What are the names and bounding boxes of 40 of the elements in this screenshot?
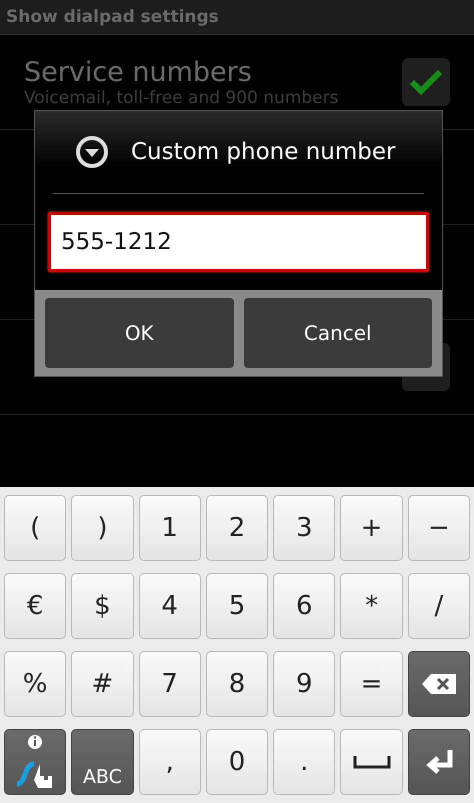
key[interactable]: 4 [138, 573, 201, 639]
header-title: Show dialpad settings [6, 7, 219, 27]
key[interactable]: 7 [138, 651, 201, 717]
key[interactable]: . [273, 729, 336, 795]
key[interactable]: $ [71, 573, 134, 639]
key[interactable]: + [340, 495, 403, 561]
key[interactable]: € [4, 573, 66, 639]
key[interactable]: , [138, 729, 201, 795]
dialog-button[interactable]: OK [45, 298, 234, 368]
key[interactable]: = [340, 651, 403, 717]
key[interactable]: 1 [138, 495, 201, 561]
swype-key[interactable] [4, 729, 66, 795]
key[interactable]: ) [71, 495, 134, 561]
space-icon [352, 755, 391, 769]
checkmark-icon [409, 68, 443, 96]
setting-summary: Voicemail, toll-free and 900 numbers [24, 88, 338, 108]
key[interactable]: 6 [273, 573, 336, 639]
key[interactable]: 0 [206, 729, 268, 795]
phone-input-field[interactable]: 555-1212 [48, 212, 429, 272]
space-key[interactable] [340, 729, 403, 795]
key[interactable]: % [4, 651, 66, 717]
key[interactable]: 5 [206, 573, 268, 639]
key[interactable]: 8 [206, 651, 268, 717]
key[interactable]: 2 [206, 495, 268, 561]
setting-title: Service numbers [24, 56, 253, 88]
dropdown-circle-icon [75, 135, 109, 169]
backspace-icon [420, 673, 457, 695]
dialog-title: Custom phone number [131, 139, 396, 165]
key[interactable]: # [71, 651, 134, 717]
key[interactable]: − [408, 495, 470, 561]
key[interactable]: / [408, 573, 470, 639]
mode-key[interactable]: ABC [71, 729, 134, 795]
enter-key[interactable] [408, 729, 470, 795]
key[interactable]: 9 [273, 651, 336, 717]
key[interactable]: * [340, 573, 403, 639]
dialog-button[interactable]: Cancel [244, 298, 432, 368]
backspace-key[interactable] [408, 651, 470, 717]
key[interactable]: ( [4, 495, 66, 561]
checkbox[interactable] [402, 58, 450, 106]
key[interactable]: 3 [273, 495, 336, 561]
